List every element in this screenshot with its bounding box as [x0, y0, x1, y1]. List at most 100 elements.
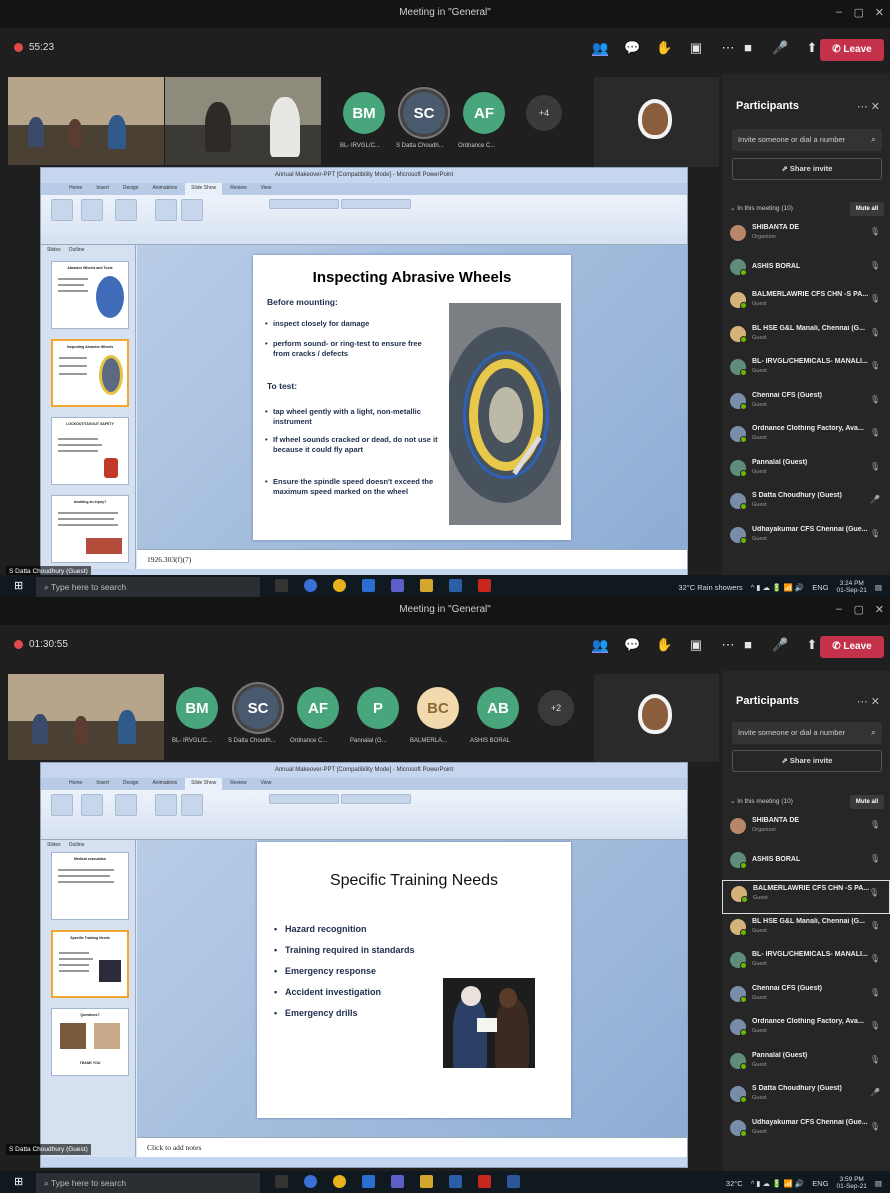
from-beginning-button[interactable]: [51, 794, 73, 816]
participant-row[interactable]: SHIBANTA DE Organizer 🎙: [722, 220, 890, 254]
windows-start-icon[interactable]: ⊞: [14, 1177, 23, 1188]
avatar-1[interactable]: BM: [176, 687, 218, 729]
share-invite-button[interactable]: ⇗ Share invite: [732, 158, 882, 180]
mute-all-button[interactable]: Mute all: [850, 795, 884, 809]
participant-row[interactable]: S Datta Choudhury (Guest) Guest 🎤: [722, 1081, 890, 1115]
in-meeting-header[interactable]: ⌄ In this meeting (10): [730, 797, 793, 805]
resolution-select[interactable]: [269, 199, 339, 209]
avatar-5[interactable]: BC: [417, 687, 459, 729]
outlook-icon[interactable]: [362, 579, 375, 592]
participant-row[interactable]: Pannalal (Guest) Guest 🎙: [722, 455, 890, 489]
leave-button[interactable]: ✆ Leave: [820, 636, 884, 658]
participant-row[interactable]: Ordnance Clothing Factory, Ava... Guest 🎙: [722, 421, 890, 455]
more-participants[interactable]: +2: [538, 690, 574, 726]
custom-show-button[interactable]: [115, 199, 137, 221]
chrome-icon[interactable]: [333, 1175, 346, 1188]
setup-show-button[interactable]: [155, 199, 177, 221]
clock[interactable]: 3:59 PM 01-Sep-21: [837, 1176, 867, 1190]
from-current-button[interactable]: [81, 794, 103, 816]
tab-design[interactable]: Design: [117, 183, 145, 195]
avatar-1[interactable]: BM: [343, 92, 385, 134]
slide-thumbnail[interactable]: Medical evacuation: [51, 852, 129, 920]
notes-pane[interactable]: Click to add notes: [137, 1137, 687, 1157]
camera-off-icon[interactable]: ■: [740, 40, 756, 56]
tab-animations[interactable]: Animations: [146, 778, 183, 790]
chrome-icon[interactable]: [333, 579, 346, 592]
tab-animations[interactable]: Animations: [146, 183, 183, 195]
minimize-button[interactable]: –: [836, 603, 842, 615]
participant-row[interactable]: Pannalal (Guest) Guest 🎙: [722, 1048, 890, 1082]
mic-off-icon[interactable]: 🎤: [772, 40, 788, 56]
more-participants[interactable]: +4: [526, 95, 562, 131]
reactions-icon[interactable]: ✋: [656, 40, 672, 56]
weather-widget[interactable]: 32°C Rain showers: [678, 583, 742, 592]
share-tray-icon[interactable]: ⬆: [804, 40, 820, 56]
close-icon[interactable]: ⋯ ✕: [857, 100, 880, 113]
leave-button[interactable]: ✆ Leave: [820, 39, 884, 61]
custom-show-button[interactable]: [115, 794, 137, 816]
participant-row[interactable]: BL- IRVGL/CHEMICALS- MANALI... Guest 🎙: [722, 947, 890, 981]
chat-icon[interactable]: 💬: [624, 637, 640, 653]
tab-view[interactable]: View: [255, 778, 278, 790]
slide-thumbnail-selected[interactable]: Inspecting Abrasive Wheels: [51, 339, 129, 407]
close-button[interactable]: ✕: [875, 6, 884, 19]
teams-icon[interactable]: [391, 579, 404, 592]
word-icon[interactable]: [507, 1175, 520, 1188]
slide-thumbnail[interactable]: Abrasive Wheels and Tools: [51, 261, 129, 329]
participant-row[interactable]: SHIBANTA DE Organizer 🎙: [722, 813, 890, 847]
minimize-button[interactable]: –: [836, 6, 842, 18]
from-beginning-button[interactable]: [51, 199, 73, 221]
tray-icons[interactable]: ^ ▮ ☁ 🔋 📶 🔊: [751, 583, 805, 592]
maximize-button[interactable]: ▢: [854, 603, 864, 616]
tab-slides[interactable]: Slides: [47, 842, 61, 848]
slide-thumbnail[interactable]: LOCKOUT/TAGOUT SAFETY: [51, 417, 129, 485]
invite-input[interactable]: Invite someone or dial a number ⌕: [732, 722, 882, 744]
setup-show-button[interactable]: [155, 794, 177, 816]
people-icon[interactable]: 👥: [592, 40, 608, 56]
tab-slides[interactable]: Slides: [47, 247, 61, 253]
participant-row[interactable]: BL HSE G&L Manali, Chennai (G... Guest 🎙: [722, 914, 890, 948]
tab-design[interactable]: Design: [117, 778, 145, 790]
participant-row[interactable]: Udhayakumar CFS Chennai (Gue... Guest 🎙: [722, 522, 890, 556]
rooms-icon[interactable]: ▣: [688, 40, 704, 56]
participant-row[interactable]: Chennai CFS (Guest) Guest 🎙: [722, 388, 890, 422]
participant-row-selected[interactable]: BALMERLAWRIE CFS CHN -S PA... Guest 🎙: [722, 880, 890, 914]
hide-slide-button[interactable]: [181, 794, 203, 816]
tab-insert[interactable]: Insert: [90, 183, 115, 195]
mic-off-icon[interactable]: 🎤: [772, 637, 788, 653]
weather-widget[interactable]: 32°C: [726, 1179, 743, 1188]
more-options-icon[interactable]: ⋯: [720, 637, 736, 653]
participant-row[interactable]: BALMERLAWRIE CFS CHN -S PA... Guest 🎙: [722, 287, 890, 321]
avatar-4[interactable]: P: [357, 687, 399, 729]
outlook-icon[interactable]: [362, 1175, 375, 1188]
notification-icon[interactable]: ▤: [875, 583, 882, 592]
hide-slide-button[interactable]: [181, 199, 203, 221]
more-options-icon[interactable]: ⋯: [720, 40, 736, 56]
edge-icon[interactable]: [304, 1175, 317, 1188]
participant-row[interactable]: ASHIS BORAL 🎙: [722, 847, 890, 881]
close-button[interactable]: ✕: [875, 603, 884, 616]
clock[interactable]: 3:24 PM 01-Sep-21: [837, 580, 867, 594]
acrobat-icon[interactable]: [478, 1175, 491, 1188]
language-indicator[interactable]: ENG: [812, 1179, 828, 1188]
tray-icons[interactable]: ^ ▮ ☁ 🔋 📶 🔊: [751, 1179, 805, 1188]
resolution-select[interactable]: [269, 794, 339, 804]
acrobat-icon[interactable]: [478, 579, 491, 592]
participant-row[interactable]: BL- IRVGL/CHEMICALS- MANALI... Guest 🎙: [722, 354, 890, 388]
invite-input[interactable]: Invite someone or dial a number ⌕: [732, 129, 882, 151]
current-slide[interactable]: Specific Training Needs Hazard recogniti…: [257, 842, 571, 1118]
tab-home[interactable]: Home: [63, 778, 88, 790]
tab-review[interactable]: Review: [224, 183, 252, 195]
tab-view[interactable]: View: [255, 183, 278, 195]
rooms-icon[interactable]: ▣: [688, 637, 704, 653]
task-view-icon[interactable]: [275, 1175, 288, 1188]
avatar-3[interactable]: AF: [297, 687, 339, 729]
show-on-select[interactable]: [341, 199, 411, 209]
avatar-6[interactable]: AB: [477, 687, 519, 729]
in-meeting-header[interactable]: ⌄ In this meeting (10): [730, 204, 793, 212]
task-view-icon[interactable]: [275, 579, 288, 592]
file-explorer-icon[interactable]: [420, 1175, 433, 1188]
slide-thumbnail[interactable]: Avoiding an Injury?: [51, 495, 129, 563]
taskbar-search-input[interactable]: ⌕ Type here to search: [36, 1173, 260, 1193]
participant-row[interactable]: BL HSE G&L Manali, Chennai (G... Guest 🎙: [722, 321, 890, 355]
